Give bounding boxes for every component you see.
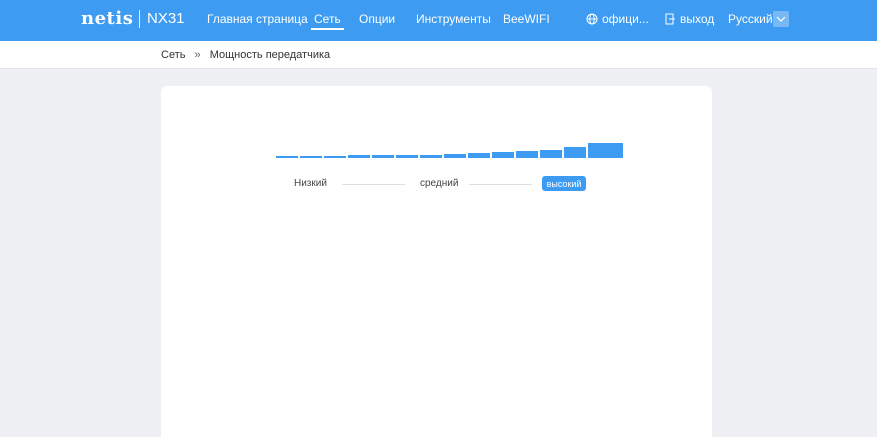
language-select[interactable]: Русский xyxy=(728,12,773,26)
breadcrumb-current: Мощность передатчика xyxy=(209,49,331,61)
power-bar[interactable] xyxy=(468,153,490,158)
nav-network[interactable]: Сеть xyxy=(311,12,344,30)
power-bar[interactable] xyxy=(444,154,466,158)
nav-beewifi[interactable]: BeeWIFI xyxy=(503,12,550,26)
nav-home[interactable]: Главная страница xyxy=(207,12,308,26)
power-bar[interactable] xyxy=(300,156,322,158)
router-model: NX31 xyxy=(147,10,185,27)
logout-label: выход xyxy=(680,12,715,26)
power-bar[interactable] xyxy=(348,155,370,158)
netis-logo[interactable]: netis xyxy=(81,8,133,29)
logo-divider xyxy=(139,10,140,28)
logout-link[interactable]: выход xyxy=(665,12,714,26)
top-navigation-bar: netis NX31 Главная страница Сеть Опции И… xyxy=(0,0,877,41)
logout-icon xyxy=(665,13,675,25)
breadcrumb-parent[interactable]: Сеть xyxy=(161,49,185,61)
level-divider-low xyxy=(342,184,405,185)
power-bar[interactable] xyxy=(564,147,586,158)
official-site-link[interactable]: офици... xyxy=(586,12,649,26)
power-bar[interactable] xyxy=(324,156,346,158)
power-bar[interactable] xyxy=(516,151,538,158)
breadcrumb-bar: Сеть » Мощность передатчика xyxy=(0,41,877,69)
level-divider-medium xyxy=(469,184,532,185)
power-bar[interactable] xyxy=(588,143,623,158)
language-dropdown-toggle[interactable] xyxy=(773,11,789,27)
level-high-selected[interactable]: высокий xyxy=(542,176,586,191)
breadcrumb: Сеть » Мощность передатчика xyxy=(161,49,330,61)
power-bar[interactable] xyxy=(420,155,442,158)
language-label: Русский xyxy=(728,12,773,26)
power-bar[interactable] xyxy=(540,150,562,158)
power-bar[interactable] xyxy=(276,156,298,158)
power-bar[interactable] xyxy=(396,155,418,158)
level-low[interactable]: Низкий xyxy=(294,178,327,189)
globe-icon xyxy=(586,13,598,25)
transmit-power-panel: Низкий средний высокий xyxy=(161,86,712,437)
power-bar[interactable] xyxy=(372,155,394,158)
breadcrumb-separator: » xyxy=(194,49,201,61)
nav-options[interactable]: Опции xyxy=(359,12,395,26)
official-site-label: офици... xyxy=(602,12,649,26)
power-level-bars[interactable] xyxy=(276,141,623,158)
level-medium[interactable]: средний xyxy=(420,178,458,189)
power-bar[interactable] xyxy=(492,152,514,158)
nav-tools[interactable]: Инструменты xyxy=(416,12,491,26)
chevron-down-icon xyxy=(776,16,786,22)
